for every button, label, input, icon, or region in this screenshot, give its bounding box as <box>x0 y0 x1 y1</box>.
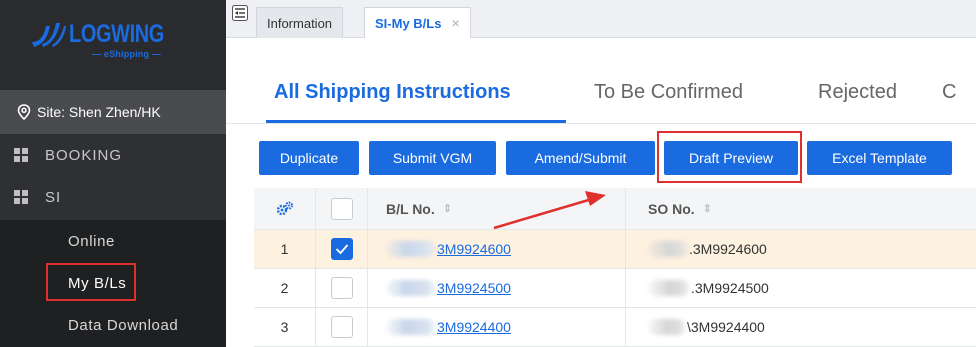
grid-icon <box>14 190 28 204</box>
redacted-prefix <box>386 319 436 335</box>
bl-no-link[interactable]: 3M9924500 <box>437 280 511 296</box>
tab-label: Information <box>267 15 333 31</box>
column-header-label: SO No. <box>648 200 695 217</box>
so-no-value: .3M9924500 <box>691 280 769 296</box>
row-index: 1 <box>254 230 316 268</box>
redacted-prefix <box>648 319 686 335</box>
sidebar: LOGWING — eShipping — Site: Shen Zhen/HK… <box>0 0 226 347</box>
status-tabs: All Shipping Instructions To Be Confirme… <box>226 38 976 124</box>
table-row[interactable]: 1 3M9924600 .3M9924600 <box>254 230 976 269</box>
bl-no-cell: 3M9924600 <box>368 230 626 268</box>
bl-no-link[interactable]: 3M9924400 <box>437 319 511 335</box>
submenu-item-online[interactable]: Online <box>68 233 115 250</box>
logo-tagline: — eShipping — <box>92 49 162 59</box>
settings-gears-icon[interactable] <box>276 201 294 217</box>
logo-text: LOGWING <box>69 20 164 48</box>
tab-truncated[interactable]: C <box>942 81 956 104</box>
tab-label: SI-My B/Ls <box>375 15 442 31</box>
sort-icon[interactable]: ⇕ <box>443 202 452 215</box>
active-tab-indicator <box>266 120 566 123</box>
so-no-cell: .3M9924600 <box>626 230 976 268</box>
amend-submit-button[interactable]: Amend/Submit <box>506 141 655 175</box>
grid-icon <box>14 148 28 162</box>
site-selector[interactable]: Site: Shen Zhen/HK <box>0 90 226 134</box>
submenu-item-data-download[interactable]: Data Download <box>68 317 178 334</box>
tab-si-my-bls[interactable]: SI-My B/Ls × <box>364 7 471 38</box>
logo-area: LOGWING — eShipping — <box>0 0 226 90</box>
redacted-prefix <box>648 241 688 257</box>
highlight-box-my-bls <box>46 263 136 301</box>
redacted-prefix <box>386 241 436 257</box>
tab-bar: Information SI-My B/Ls × <box>226 0 976 38</box>
table-row[interactable]: 2 3M9924500 .3M9924500 <box>254 269 976 308</box>
row-checkbox-cell <box>316 308 368 346</box>
so-no-cell: \3M9924400 <box>626 308 976 346</box>
column-header-label: B/L No. <box>386 200 435 217</box>
row-checkbox-cell <box>316 230 368 268</box>
bl-no-cell: 3M9924500 <box>368 269 626 307</box>
sidebar-item-si[interactable]: SI <box>0 176 226 218</box>
column-header-so-no[interactable]: SO No. ⇕ <box>626 188 976 229</box>
table-header: B/L No. ⇕ SO No. ⇕ <box>254 188 976 230</box>
row-checkbox-cell <box>316 269 368 307</box>
so-no-value: \3M9924400 <box>687 319 765 335</box>
tab-rejected[interactable]: Rejected <box>818 81 897 104</box>
highlight-box-draft-preview <box>657 131 802 183</box>
sidebar-item-label: SI <box>45 188 62 206</box>
tab-all-shipping-instructions[interactable]: All Shipping Instructions <box>274 81 511 104</box>
sidebar-item-booking[interactable]: BOOKING <box>0 134 226 176</box>
logo-wing-icon <box>32 23 66 47</box>
row-index: 2 <box>254 269 316 307</box>
tab-to-be-confirmed[interactable]: To Be Confirmed <box>594 81 743 104</box>
duplicate-button[interactable]: Duplicate <box>259 141 359 175</box>
collapse-menu-icon[interactable] <box>232 5 248 21</box>
location-pin-icon <box>17 104 31 120</box>
sort-icon[interactable]: ⇕ <box>703 202 712 215</box>
select-all-checkbox[interactable] <box>330 197 353 220</box>
select-all-cell <box>316 188 368 229</box>
tab-information[interactable]: Information <box>256 7 344 38</box>
bl-no-cell: 3M9924400 <box>368 308 626 346</box>
row-checkbox[interactable] <box>330 316 353 338</box>
row-index: 3 <box>254 308 316 346</box>
so-no-value: .3M9924600 <box>689 241 767 257</box>
column-settings-cell[interactable] <box>254 188 316 229</box>
redacted-prefix <box>386 280 436 296</box>
site-label: Site: Shen Zhen/HK <box>37 104 161 120</box>
row-checkbox[interactable] <box>330 277 353 299</box>
column-header-bl-no[interactable]: B/L No. ⇕ <box>368 188 626 229</box>
row-checkbox[interactable] <box>330 238 353 260</box>
redacted-prefix <box>648 280 690 296</box>
logo[interactable]: LOGWING <box>30 20 188 50</box>
bl-no-link[interactable]: 3M9924600 <box>437 241 511 257</box>
excel-template-button[interactable]: Excel Template <box>807 141 952 175</box>
so-no-cell: .3M9924500 <box>626 269 976 307</box>
table-row[interactable]: 3 3M9924400 \3M9924400 <box>254 308 976 347</box>
sidebar-item-label: BOOKING <box>45 146 123 164</box>
checkmark-icon <box>335 244 348 255</box>
si-submenu: Online My B/Ls Data Download <box>0 220 226 347</box>
submit-vgm-button[interactable]: Submit VGM <box>369 141 496 175</box>
close-icon[interactable]: × <box>451 15 459 31</box>
